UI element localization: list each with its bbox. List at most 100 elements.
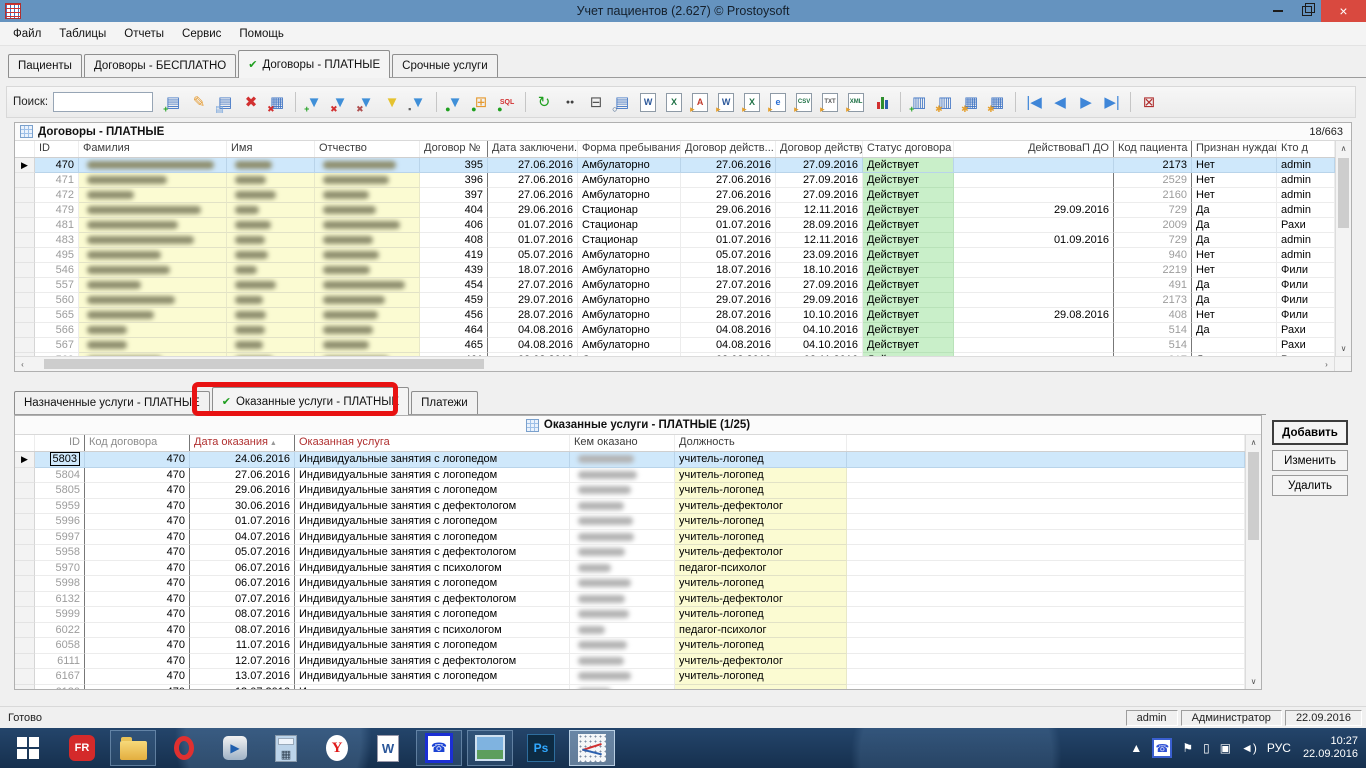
col-header-data[interactable]: Дата оказания▲	[190, 435, 295, 451]
tab-2[interactable]: ✔Договоры - ПЛАТНЫЕ	[238, 50, 390, 78]
tray-network-icon[interactable]: ▣	[1220, 741, 1231, 755]
table-row[interactable]: 599647001.07.2016Индивидуальные занятия …	[15, 514, 1245, 530]
menu-item-3[interactable]: Сервис	[173, 25, 230, 43]
add-record-icon[interactable]: ▤+	[161, 90, 185, 114]
print-icon[interactable]: ⊟	[584, 90, 608, 114]
search-input[interactable]	[53, 92, 153, 112]
table-row[interactable]: 56646404.08.2016Амбулаторно04.08.201604.…	[15, 323, 1335, 338]
clock[interactable]: 10:27 22.09.2016	[1303, 735, 1358, 761]
table-row[interactable]: 599847006.07.2016Индивидуальные занятия …	[15, 576, 1245, 592]
sql-view-icon[interactable]: SQL●	[495, 90, 519, 114]
col-header-until[interactable]: ДействоваП ДО	[954, 141, 1114, 157]
edit-record-icon[interactable]: ✎	[187, 90, 211, 114]
nav-next-icon[interactable]: ▶	[1074, 90, 1098, 114]
col-header-form[interactable]: Форма пребывания	[578, 141, 681, 157]
export-acrobat-icon[interactable]: A▸	[688, 90, 712, 114]
filter-add-icon[interactable]: ▼+	[302, 90, 326, 114]
taskbar-photos-icon[interactable]	[467, 730, 513, 766]
grid-settings-alt-icon[interactable]: ▦✱	[985, 90, 1009, 114]
taskbar-explorer-icon[interactable]	[110, 730, 156, 766]
col-header-kem[interactable]: Кем оказано	[570, 435, 675, 451]
bottom-vertical-scrollbar[interactable]: ∧ ∨	[1245, 435, 1261, 689]
delete-table-icon[interactable]: ▦✖	[265, 90, 289, 114]
table-row[interactable]: 48340801.07.2016Стационар01.07.201612.11…	[15, 233, 1335, 248]
main-vertical-scrollbar[interactable]: ∧ ∨	[1335, 141, 1351, 356]
tab-1[interactable]: Договоры - БЕСПЛАТНО	[84, 54, 236, 77]
taskbar-opera-icon[interactable]	[161, 730, 207, 766]
scroll-left-icon[interactable]: ‹	[15, 357, 30, 371]
table-row[interactable]: 580447027.06.2016Индивидуальные занятия …	[15, 468, 1245, 484]
menu-item-1[interactable]: Таблицы	[50, 25, 115, 43]
taskbar-app-icon[interactable]	[569, 730, 615, 766]
table-row[interactable]: ▶580347024.06.2016Индивидуальные занятия…	[15, 452, 1245, 468]
table-row[interactable]: 616747013.07.2016Индивидуальные занятия …	[15, 669, 1245, 685]
col-header-patient[interactable]: Код пациента	[1114, 141, 1192, 157]
table-row[interactable]: 595847005.07.2016Индивидуальные занятия …	[15, 545, 1245, 561]
table-row[interactable]: 54643918.07.2016Амбулаторно18.07.201618.…	[15, 263, 1335, 278]
delete-button[interactable]: Удалить	[1272, 475, 1348, 496]
scroll-down-icon[interactable]: ∨	[1246, 674, 1261, 689]
nav-prev-icon[interactable]: ◀	[1048, 90, 1072, 114]
col-header-imya[interactable]: Имя	[227, 141, 315, 157]
chart-icon[interactable]	[870, 90, 894, 114]
table-row[interactable]: 55745427.07.2016Амбулаторно27.07.201627.…	[15, 278, 1335, 293]
table-row[interactable]: 613247007.07.2016Индивидуальные занятия …	[15, 592, 1245, 608]
grid-settings-icon[interactable]: ▦✱	[959, 90, 983, 114]
table-row[interactable]: 48140601.07.2016Стационар01.07.201628.09…	[15, 218, 1335, 233]
add-button[interactable]: Добавить	[1272, 420, 1348, 445]
table-row[interactable]: ▶47039527.06.2016Амбулаторно27.06.201627…	[15, 158, 1335, 173]
filter-view-icon[interactable]: ▼●	[443, 90, 467, 114]
export-word-icon[interactable]: W▸	[714, 90, 738, 114]
col-header-dognum[interactable]: Договор №	[420, 141, 488, 157]
word-icon[interactable]: W	[636, 90, 660, 114]
col-header-status[interactable]: Статус договора▲	[863, 141, 954, 157]
scroll-right-icon[interactable]: ›	[1319, 357, 1334, 371]
delete-record-icon[interactable]: ✖	[239, 90, 263, 114]
taskbar-fr-icon[interactable]: FR	[59, 730, 105, 766]
table-row[interactable]: 49541905.07.2016Амбулаторно05.07.201623.…	[15, 248, 1335, 263]
tray-expand-icon[interactable]: ▲	[1130, 741, 1142, 755]
col-header-need[interactable]: Признан нуждаю...	[1192, 141, 1277, 157]
table-row[interactable]: 56545628.07.2016Амбулаторно28.07.201610.…	[15, 308, 1335, 323]
table-row[interactable]: 595947030.06.2016Индивидуальные занятия …	[15, 499, 1245, 515]
scroll-up-icon[interactable]: ∧	[1336, 141, 1351, 156]
nav-first-icon[interactable]: |◀	[1022, 90, 1046, 114]
close-button[interactable]: ×	[1321, 0, 1366, 22]
tray-volume-icon[interactable]: ◄)	[1241, 741, 1257, 755]
export-txt-icon[interactable]: TXT▸	[818, 90, 842, 114]
minimize-button[interactable]	[1263, 0, 1292, 22]
table-row[interactable]: 611147012.07.2016Индивидуальные занятия …	[15, 654, 1245, 670]
col-header-id[interactable]: ID	[35, 141, 79, 157]
tab-3[interactable]: Срочные услуги	[392, 54, 498, 77]
table-row[interactable]: 56746504.08.2016Амбулаторно04.08.201604.…	[15, 338, 1335, 353]
col-header-otch[interactable]: Отчество	[315, 141, 420, 157]
add-row-icon[interactable]: ▥+	[907, 90, 931, 114]
menu-item-2[interactable]: Отчеты	[115, 25, 173, 43]
export-html-icon[interactable]: e▸	[766, 90, 790, 114]
tray-flag-icon[interactable]: ⚑	[1182, 741, 1193, 755]
taskbar-photoshop-icon[interactable]: Ps	[518, 730, 564, 766]
table-row[interactable]: 47139627.06.2016Амбулаторно27.06.201627.…	[15, 173, 1335, 188]
refresh-icon[interactable]: ↻	[532, 90, 556, 114]
table-row[interactable]: 47940429.06.2016Стационар29.06.201612.11…	[15, 203, 1335, 218]
col-header-end[interactable]: Договор действу...	[776, 141, 863, 157]
table-row[interactable]: 599947008.07.2016Индивидуальные занятия …	[15, 607, 1245, 623]
taskbar-calculator-icon[interactable]: ▦	[263, 730, 309, 766]
menu-item-4[interactable]: Помощь	[230, 25, 292, 43]
export-csv-icon[interactable]: CSV▸	[792, 90, 816, 114]
filter-save-icon[interactable]: ▼▪	[406, 90, 430, 114]
export-excel-icon[interactable]: X▸	[740, 90, 764, 114]
col-header-date1[interactable]: Дата заключени...	[488, 141, 578, 157]
tray-phone-icon[interactable]: ☎	[1152, 738, 1172, 758]
main-horizontal-scrollbar[interactable]: ‹ ›	[15, 356, 1351, 371]
filter-clear-icon[interactable]: ▼✖	[354, 90, 378, 114]
col-header-id[interactable]: ID	[35, 435, 85, 451]
restore-button[interactable]	[1292, 0, 1321, 22]
taskbar-player-icon[interactable]: ▶	[212, 730, 258, 766]
menu-item-0[interactable]: Файл	[4, 25, 50, 43]
table-row[interactable]: 56045929.07.2016Амбулаторно29.07.201629.…	[15, 293, 1335, 308]
edit-button[interactable]: Изменить	[1272, 450, 1348, 471]
table-row[interactable]: 612047013.07.2016Индивидуальные занятия …	[15, 685, 1245, 690]
scroll-thumb[interactable]	[44, 359, 484, 369]
start-button[interactable]	[2, 730, 54, 766]
